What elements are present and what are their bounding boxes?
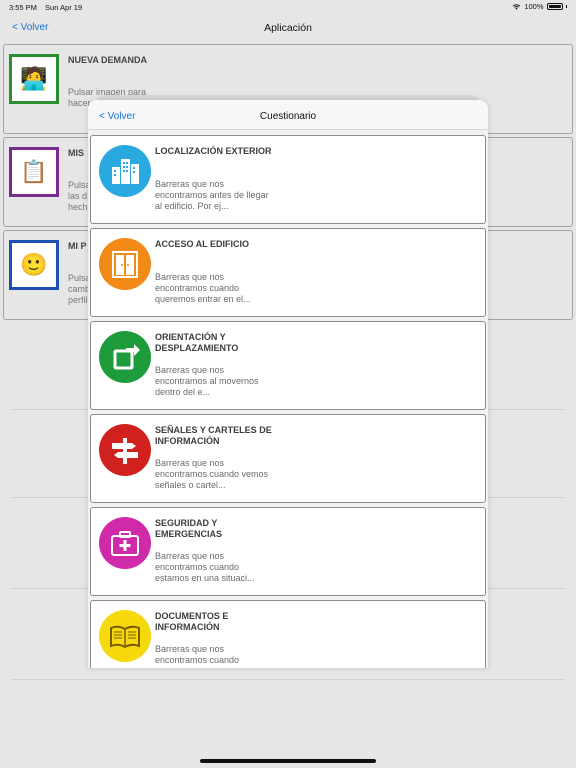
category-desc: Barreras que nos encontramos cuando [155,644,240,666]
questionnaire-sheet: < Volver Cuestionario LOCALIZACIÓN EXTER… [88,100,488,668]
category-name: ORIENTACIÓN Y DESPLAZAMIENTO [155,332,239,353]
category-desc: Barreras que nos encontramos cuando quer… [155,272,251,305]
wifi-icon [512,4,521,10]
profile-image-icon[interactable]: 🙂 [9,240,59,290]
category-acceso-edificio[interactable]: ACCESO AL EDIFICIO Barreras que nos enco… [90,228,486,317]
category-desc: Barreras que nos encontramos al movernos… [155,365,259,398]
divider [12,679,564,680]
door-icon [99,238,151,290]
category-desc: Barreras que nos encontramos antes de ll… [155,179,269,212]
category-documentos-informacion[interactable]: DOCUMENTOS E INFORMACIÓN Barreras que no… [90,600,486,668]
my-requests-image-icon[interactable]: 📋 [9,147,59,197]
status-date: Sun Apr 19 [45,3,83,12]
first-aid-icon [99,517,151,569]
category-name: SEGURIDAD Y EMERGENCIAS [155,518,223,539]
category-senales-carteles[interactable]: SEÑALES Y CARTELES DE INFORMACIÓN Barrer… [90,414,486,503]
category-desc: Barreras que nos encontramos cuando esta… [155,551,255,584]
battery-icon [546,3,563,10]
card-title: NUEVA DEMANDA [68,55,148,65]
buildings-icon [99,145,151,197]
nav-bar: < Volver Aplicación [0,14,576,42]
book-icon [99,610,151,662]
status-time: 3:55 PM [9,3,37,12]
sheet-header: < Volver Cuestionario [88,100,488,130]
signpost-icon [99,424,151,476]
category-desc: Barreras que nos encontramos cuando vemo… [155,458,269,491]
direction-icon [99,331,151,383]
category-name: SEÑALES Y CARTELES DE INFORMACIÓN [155,425,272,446]
category-name: ACCESO AL EDIFICIO [155,239,250,249]
category-seguridad-emergencias[interactable]: SEGURIDAD Y EMERGENCIAS Barreras que nos… [90,507,486,596]
category-orientacion-desplazamiento[interactable]: ORIENTACIÓN Y DESPLAZAMIENTO Barreras qu… [90,321,486,410]
category-name: DOCUMENTOS E INFORMACIÓN [155,611,229,632]
category-localizacion-exterior[interactable]: LOCALIZACIÓN EXTERIOR Barreras que nos e… [90,135,486,224]
card-title: MIS [68,148,85,158]
category-name: LOCALIZACIÓN EXTERIOR [155,146,272,156]
card-title: MI P [68,241,87,251]
sheet-title: Cuestionario [259,111,317,122]
battery-percent: 100% [524,2,544,11]
new-request-image-icon[interactable]: 🧑‍💻 [9,54,59,104]
status-bar: 3:55 PM Sun Apr 19 100% [0,0,576,14]
page-title: Aplicación [264,22,312,34]
home-indicator[interactable] [200,759,376,763]
